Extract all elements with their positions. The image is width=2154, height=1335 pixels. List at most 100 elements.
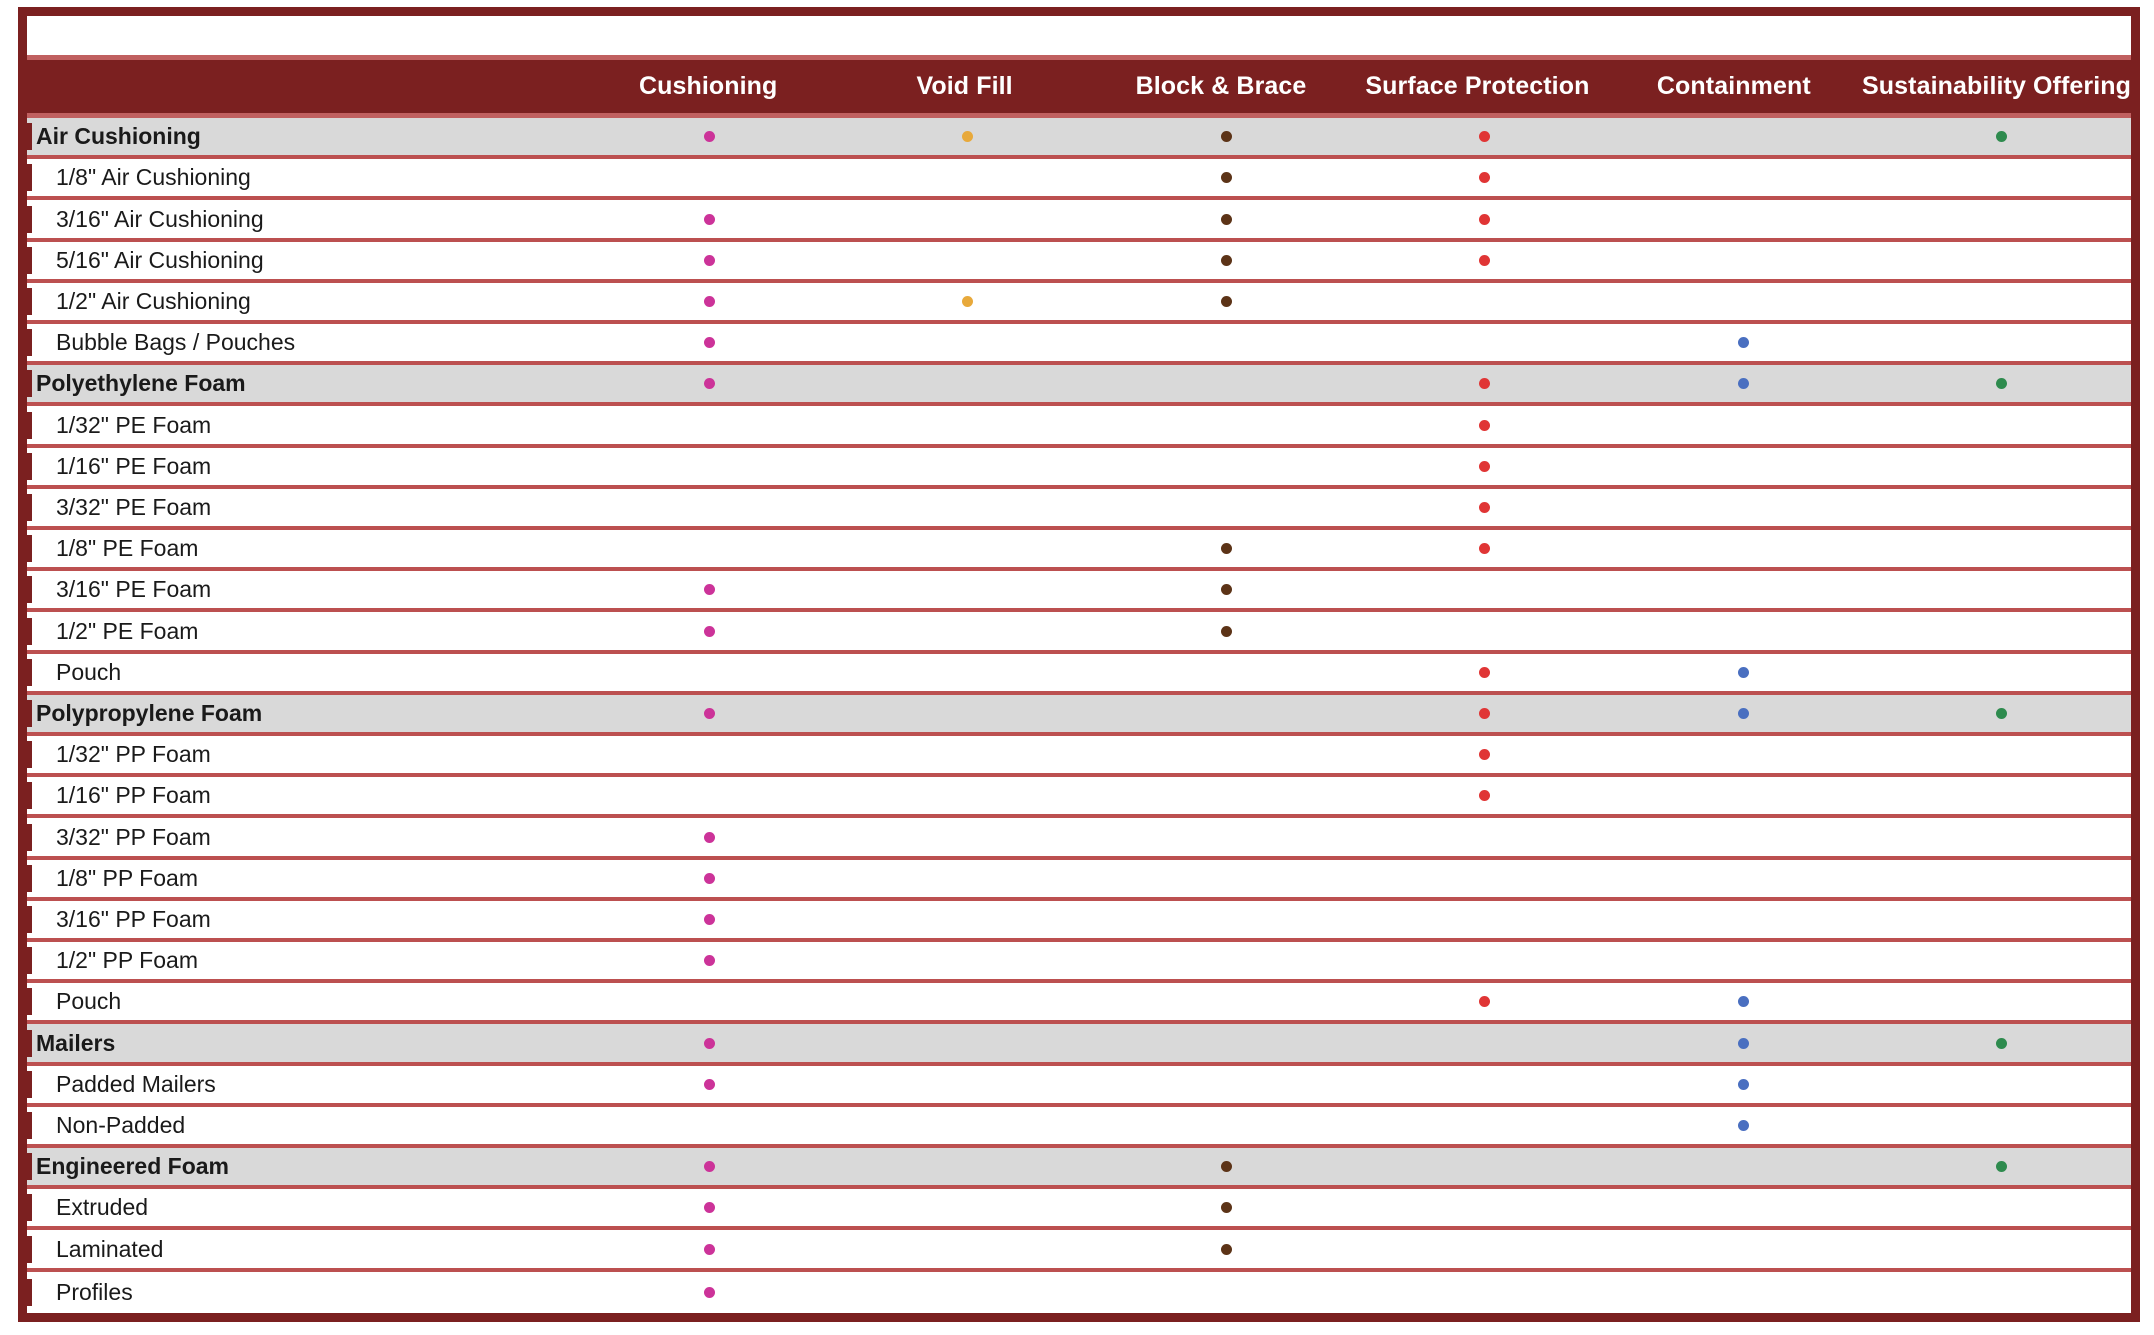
matrix-group-row: Polypropylene Foam bbox=[27, 694, 2132, 737]
cell-surface_protection bbox=[1356, 118, 1615, 155]
cell-block_brace bbox=[1097, 1066, 1356, 1103]
cell-cushioning bbox=[580, 571, 839, 608]
cell-cushioning bbox=[580, 1024, 839, 1061]
cell-surface_protection bbox=[1356, 489, 1615, 526]
row-label: 3/16" PP Foam bbox=[27, 905, 580, 933]
cell-block_brace bbox=[1097, 818, 1356, 855]
cell-sustainability bbox=[1873, 1230, 2132, 1267]
cell-containment bbox=[1614, 1230, 1873, 1267]
matrix-row: Non-Padded bbox=[27, 1106, 2131, 1149]
cell-surface_protection bbox=[1356, 1024, 1615, 1061]
capability-dot-icon bbox=[703, 872, 715, 884]
capability-dot-icon bbox=[703, 1037, 715, 1049]
row-label: 5/16" Air Cushioning bbox=[27, 246, 580, 274]
cell-sustainability bbox=[1873, 860, 2132, 897]
cell-cushioning bbox=[580, 118, 839, 155]
cell-cushioning bbox=[580, 612, 839, 649]
capability-dot-icon bbox=[1479, 131, 1491, 143]
cell-surface_protection bbox=[1356, 695, 1615, 732]
cell-void_fill bbox=[839, 118, 1098, 155]
cell-surface_protection bbox=[1356, 1107, 1615, 1144]
cell-surface_protection bbox=[1356, 612, 1615, 649]
cell-sustainability bbox=[1873, 118, 2132, 155]
matrix-row: 5/16" Air Cushioning bbox=[27, 241, 2131, 283]
matrix-row: 1/16" PE Foam bbox=[27, 447, 2131, 489]
cell-containment bbox=[1614, 571, 1873, 608]
cell-sustainability bbox=[1873, 159, 2132, 196]
cell-block_brace bbox=[1097, 530, 1356, 567]
cell-block_brace bbox=[1097, 118, 1356, 155]
cell-containment bbox=[1614, 200, 1873, 237]
product-capability-matrix: Cushioning Void Fill Block & Brace Surface … bbox=[18, 7, 2140, 1322]
cell-containment bbox=[1614, 695, 1873, 732]
cell-sustainability bbox=[1873, 612, 2132, 649]
cell-block_brace bbox=[1097, 777, 1356, 814]
cell-void_fill bbox=[839, 1189, 1098, 1226]
cell-containment bbox=[1614, 118, 1873, 155]
capability-dot-icon bbox=[1479, 543, 1491, 555]
cell-void_fill bbox=[839, 530, 1098, 567]
cell-block_brace bbox=[1097, 365, 1356, 402]
cell-block_brace bbox=[1097, 901, 1356, 938]
cell-sustainability bbox=[1873, 695, 2132, 732]
cell-void_fill bbox=[839, 200, 1098, 237]
row-label: 1/32" PP Foam bbox=[27, 741, 580, 769]
capability-dot-icon bbox=[1479, 254, 1491, 266]
cell-block_brace bbox=[1097, 983, 1356, 1020]
cell-containment bbox=[1614, 1066, 1873, 1103]
matrix-row: 1/2" PP Foam bbox=[27, 942, 2131, 984]
cell-void_fill bbox=[839, 489, 1098, 526]
capability-dot-icon bbox=[962, 295, 974, 307]
capability-dot-icon bbox=[1479, 460, 1491, 472]
capability-dot-icon bbox=[703, 831, 715, 843]
matrix-row: 1/16" PP Foam bbox=[27, 777, 2131, 819]
cell-void_fill bbox=[839, 1024, 1098, 1061]
cell-containment bbox=[1614, 777, 1873, 814]
cell-cushioning bbox=[580, 448, 839, 485]
cell-block_brace bbox=[1097, 200, 1356, 237]
cell-surface_protection bbox=[1356, 283, 1615, 320]
cell-surface_protection bbox=[1356, 654, 1615, 691]
cell-containment bbox=[1614, 530, 1873, 567]
column-header-void_fill: Void Fill bbox=[916, 72, 1013, 100]
capability-dot-icon bbox=[1737, 1037, 1749, 1049]
capability-dot-icon bbox=[1737, 1078, 1749, 1090]
cell-containment bbox=[1614, 406, 1873, 443]
matrix-header-row: Cushioning Void Fill Block & Brace Surface … bbox=[27, 60, 2131, 118]
cell-surface_protection bbox=[1356, 448, 1615, 485]
row-label: Profiles bbox=[27, 1278, 580, 1306]
capability-dot-icon bbox=[703, 295, 715, 307]
capability-dot-icon bbox=[1737, 378, 1749, 390]
row-label: 3/16" PE Foam bbox=[27, 576, 580, 604]
cell-void_fill bbox=[839, 612, 1098, 649]
matrix-row: Padded Mailers bbox=[27, 1065, 2131, 1107]
cell-sustainability bbox=[1873, 530, 2132, 567]
cell-sustainability bbox=[1873, 818, 2132, 855]
cell-containment bbox=[1614, 654, 1873, 691]
row-label: Non-Padded bbox=[27, 1111, 580, 1139]
capability-dot-icon bbox=[1996, 1161, 2008, 1173]
cell-block_brace bbox=[1097, 654, 1356, 691]
cell-void_fill bbox=[839, 1107, 1098, 1144]
capability-dot-icon bbox=[703, 378, 715, 390]
cell-block_brace bbox=[1097, 448, 1356, 485]
cell-cushioning bbox=[580, 860, 839, 897]
cell-sustainability bbox=[1873, 283, 2132, 320]
cell-surface_protection bbox=[1356, 1066, 1615, 1103]
capability-dot-icon bbox=[703, 1286, 715, 1298]
cell-void_fill bbox=[839, 942, 1098, 979]
cell-block_brace bbox=[1097, 1148, 1356, 1185]
cell-surface_protection bbox=[1356, 1272, 1615, 1313]
cell-surface_protection bbox=[1356, 860, 1615, 897]
cell-block_brace bbox=[1097, 1230, 1356, 1267]
column-header-surface_protection: Surface Protection bbox=[1365, 72, 1590, 100]
cell-sustainability bbox=[1873, 365, 2132, 402]
cell-cushioning bbox=[580, 365, 839, 402]
row-label: 1/8" PP Foam bbox=[27, 864, 580, 892]
cell-cushioning bbox=[580, 1066, 839, 1103]
cell-sustainability bbox=[1873, 200, 2132, 237]
title-strip bbox=[27, 16, 2131, 60]
cell-containment bbox=[1614, 1024, 1873, 1061]
row-label: Pouch bbox=[27, 988, 580, 1016]
capability-dot-icon bbox=[703, 337, 715, 349]
